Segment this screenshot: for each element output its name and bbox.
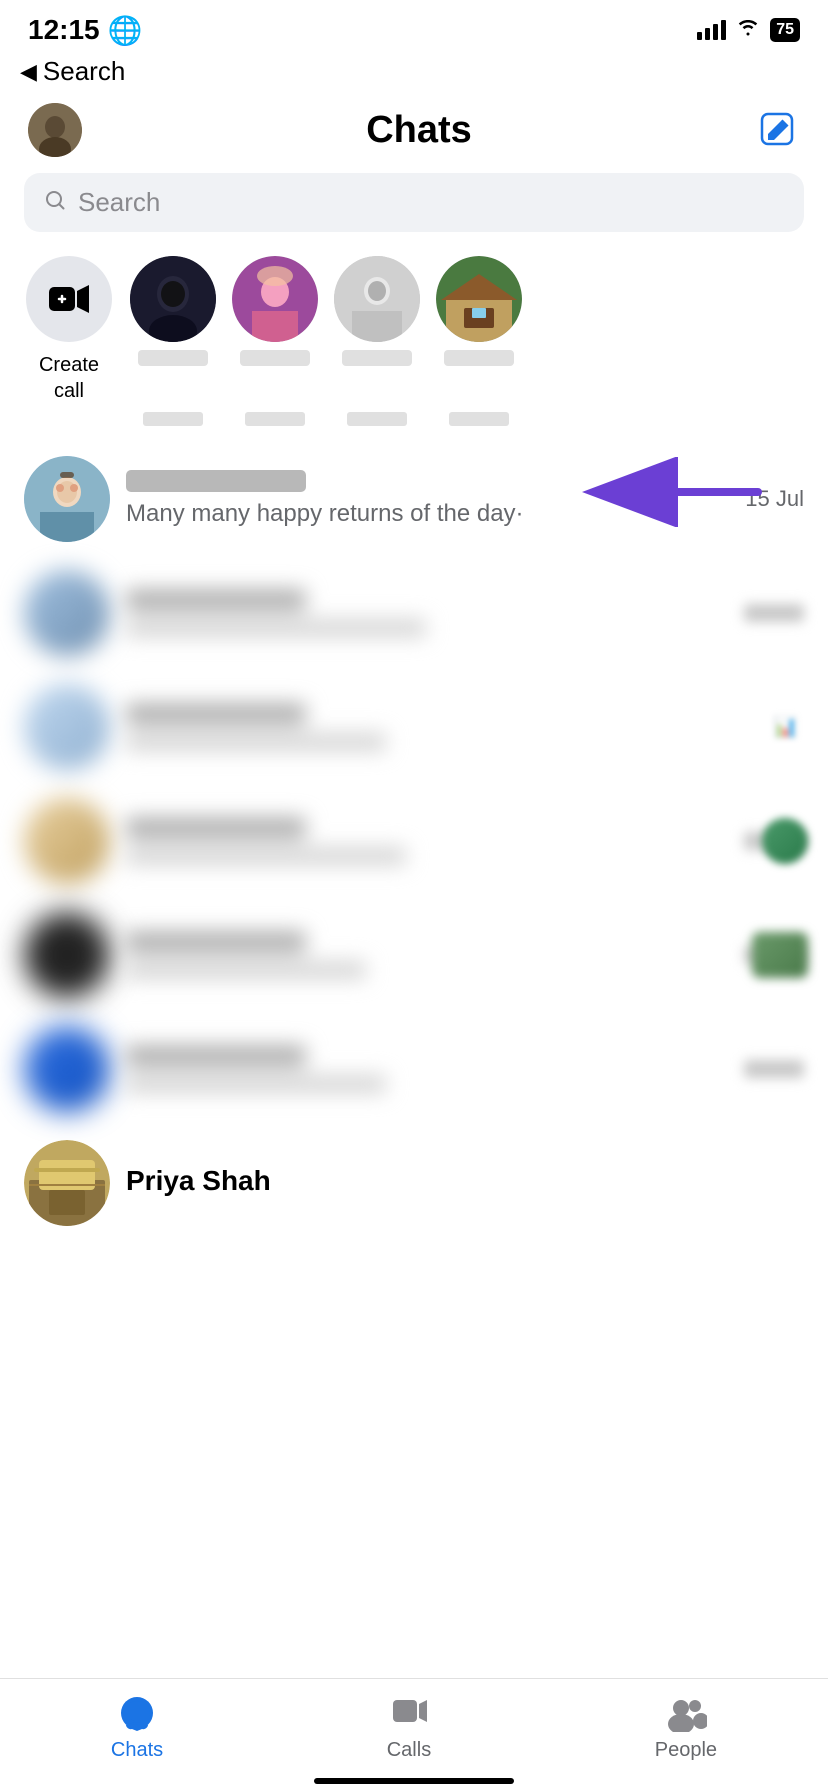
back-arrow-icon: ◀ [20,59,37,85]
tab-calls[interactable]: Calls [385,1695,433,1762]
calls-tab-icon [385,1695,433,1733]
story-names-row [0,404,828,426]
wifi-icon [736,17,760,43]
status-right: 75 [697,17,800,43]
story-item-3[interactable] [334,256,420,366]
search-icon [44,189,66,217]
read-receipt-icon: 📊 [773,715,798,740]
chat-item-blurred-1[interactable] [0,556,828,670]
chat-list: Many many happy returns of the day· 15 J… [0,426,828,1442]
status-time: 12:15 🌐 [28,14,143,47]
tab-chats[interactable]: Chats [111,1695,163,1762]
home-indicator [314,1778,514,1784]
chat-avatar-priya [24,1140,110,1226]
compose-button[interactable] [756,108,800,152]
back-label: Search [43,56,125,87]
chat-content-priya: Priya Shah [126,1165,804,1201]
battery-indicator: 75 [770,18,800,42]
search-bar-container: Search [0,173,828,248]
story-item-2[interactable] [232,256,318,366]
create-call-label: Createcall [39,352,99,404]
tab-chats-label: Chats [111,1739,163,1762]
status-bar: 12:15 🌐 75 [0,0,828,52]
arrow-annotation [548,457,768,527]
people-tab-icon [662,1695,710,1733]
tab-people-label: People [655,1739,717,1762]
chat-name-priya: Priya Shah [126,1165,804,1197]
tab-bar: Chats Calls People [0,1678,828,1792]
search-placeholder: Search [78,187,160,218]
stories-row: Createcall [0,248,828,404]
create-call-button[interactable]: Createcall [24,256,114,404]
story-item-4[interactable] [436,256,522,366]
search-bar[interactable]: Search [24,173,804,232]
chat-item-first[interactable]: Many many happy returns of the day· 15 J… [0,442,828,556]
chat-item-blurred-5[interactable] [0,1012,828,1126]
chats-header: Chats [0,95,828,173]
story-item-1[interactable] [130,256,216,366]
chat-item-priya[interactable]: Priya Shah [0,1126,828,1426]
chat-item-blurred-3[interactable] [0,784,828,898]
chat-item-blurred-2[interactable]: 📊 [0,670,828,784]
chat-avatar-first [24,456,110,542]
globe-icon: 🌐 [108,14,143,47]
back-nav[interactable]: ◀ Search [0,52,828,95]
user-avatar[interactable] [28,103,82,157]
chats-tab-icon [113,1695,161,1733]
page-title: Chats [366,109,472,152]
signal-bars [697,20,726,40]
tab-people[interactable]: People [655,1695,717,1762]
chat-item-blurred-4[interactable] [0,898,828,1012]
tab-calls-label: Calls [387,1739,431,1762]
